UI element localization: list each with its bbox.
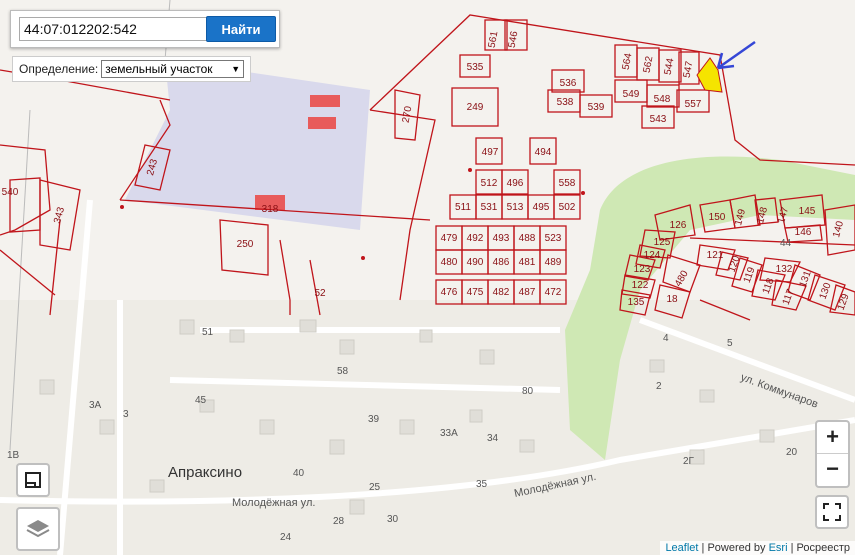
parcel-label: 511 <box>455 202 471 213</box>
parcel-label: 126 <box>670 220 687 231</box>
parcel-label: 487 <box>519 287 536 298</box>
parcel-label: 482 <box>493 287 510 298</box>
building <box>308 117 336 129</box>
house-number: 24 <box>280 532 292 543</box>
esri-link[interactable]: Esri <box>769 542 788 554</box>
parcel-label: 549 <box>623 89 640 100</box>
parcel-label: 502 <box>559 202 576 213</box>
house-number: 4 <box>663 333 669 344</box>
parcel-label: 123 <box>634 264 651 275</box>
parcel-label: 536 <box>560 78 577 89</box>
parcel-label: 558 <box>559 178 576 189</box>
parcel-label: 121 <box>707 250 724 261</box>
parcel-label: 472 <box>545 287 562 298</box>
legend-button[interactable] <box>16 463 50 497</box>
cadastral-search-input[interactable] <box>19 17 211 41</box>
parcel-label: 150 <box>709 212 726 223</box>
parcel-label: 523 <box>545 233 562 244</box>
house-number: 58 <box>337 366 349 377</box>
zoom-out-button[interactable]: − <box>817 454 848 485</box>
house-number: 25 <box>369 482 381 493</box>
mode-selector: Определение: земельный участок ▼ <box>12 56 252 82</box>
parcel-label: 122 <box>632 280 649 291</box>
parcel-label: 548 <box>654 94 671 105</box>
parcel-label: 490 <box>467 257 484 268</box>
search-button[interactable]: Найти <box>206 16 276 42</box>
house-number: 33A <box>440 428 458 439</box>
parcel-label: 535 <box>467 62 484 73</box>
house-number: 51 <box>202 327 214 338</box>
parcel-label: 318 <box>262 204 279 215</box>
house-number: 2Г <box>683 456 695 467</box>
house-number: 45 <box>195 395 207 406</box>
parcel-label: 538 <box>557 97 574 108</box>
parcel-label: 486 <box>493 257 510 268</box>
village-label: Апраксино <box>168 464 242 481</box>
parcel-label: 496 <box>507 178 524 189</box>
parcel-label: 540 <box>2 187 19 198</box>
parcel-label: 250 <box>237 239 254 250</box>
fullscreen-button[interactable] <box>815 495 849 529</box>
parcel-label: 531 <box>481 202 498 213</box>
house-number: 34 <box>487 433 499 444</box>
parcel-label: 557 <box>685 99 702 110</box>
parcel-label: 479 <box>441 233 458 244</box>
house-number: 3A <box>89 400 102 411</box>
parcel-label: 512 <box>481 178 498 189</box>
house-number: 80 <box>522 386 534 397</box>
house-number: 35 <box>476 479 488 490</box>
layers-icon <box>26 520 50 538</box>
parcel-label: 476 <box>441 287 458 298</box>
parcel-label: 145 <box>799 206 816 217</box>
house-number: 30 <box>387 514 399 525</box>
house-number: 1B <box>7 450 20 461</box>
house-number: 28 <box>333 516 345 527</box>
parcel-label: 481 <box>519 257 536 268</box>
parcel-label: 475 <box>467 287 484 298</box>
house-number: 5 <box>727 338 733 349</box>
chevron-down-icon: ▼ <box>231 64 241 74</box>
zoom-control: + − <box>815 420 850 488</box>
parcel-label: 539 <box>588 102 605 113</box>
parcel-label: 489 <box>545 257 562 268</box>
parcel-label: 488 <box>519 233 536 244</box>
parcel-label: 492 <box>467 233 484 244</box>
parcel-label: 135 <box>628 297 645 308</box>
parcel-label: 513 <box>507 202 524 213</box>
parcel-label: 480 <box>441 257 458 268</box>
parcel-label: 146 <box>795 227 812 238</box>
fullscreen-icon <box>823 503 841 521</box>
parcel-label: 18 <box>666 294 678 305</box>
zoom-in-button[interactable]: + <box>817 422 848 454</box>
attribution: Leaflet | Powered by Esri | Росреестр <box>660 541 855 555</box>
house-number: 44 <box>780 238 792 249</box>
house-number: 40 <box>293 468 305 479</box>
leaflet-link[interactable]: Leaflet <box>665 542 698 554</box>
parcel-label: 493 <box>493 233 510 244</box>
parcel-label: 249 <box>467 102 484 113</box>
mode-label: Определение: <box>19 62 99 76</box>
parcel-label: 497 <box>482 147 499 158</box>
legend-icon <box>25 472 41 488</box>
parcel-label: 124 <box>644 250 661 261</box>
mode-dropdown[interactable]: земельный участок ▼ <box>101 60 245 78</box>
parcel-label: 52 <box>314 288 326 299</box>
street-label: Молодёжная ул. <box>232 497 315 509</box>
house-number: 39 <box>368 414 380 425</box>
parcel-label: 125 <box>654 237 671 248</box>
parcel-label: 543 <box>650 114 667 125</box>
parcel-label: 132 <box>776 264 793 275</box>
parcel-label: 494 <box>535 147 552 158</box>
mode-selected-value: земельный участок <box>105 62 213 76</box>
layers-button[interactable] <box>16 507 60 551</box>
house-number: 3 <box>123 409 129 420</box>
search-panel: Найти <box>10 10 280 48</box>
building <box>310 95 340 107</box>
parcel-label: 495 <box>533 202 550 213</box>
house-number: 20 <box>786 447 798 458</box>
map-canvas[interactable]: 561 546 535 564 562 544 547 536 538 539 … <box>0 0 855 555</box>
house-number: 2 <box>656 381 662 392</box>
